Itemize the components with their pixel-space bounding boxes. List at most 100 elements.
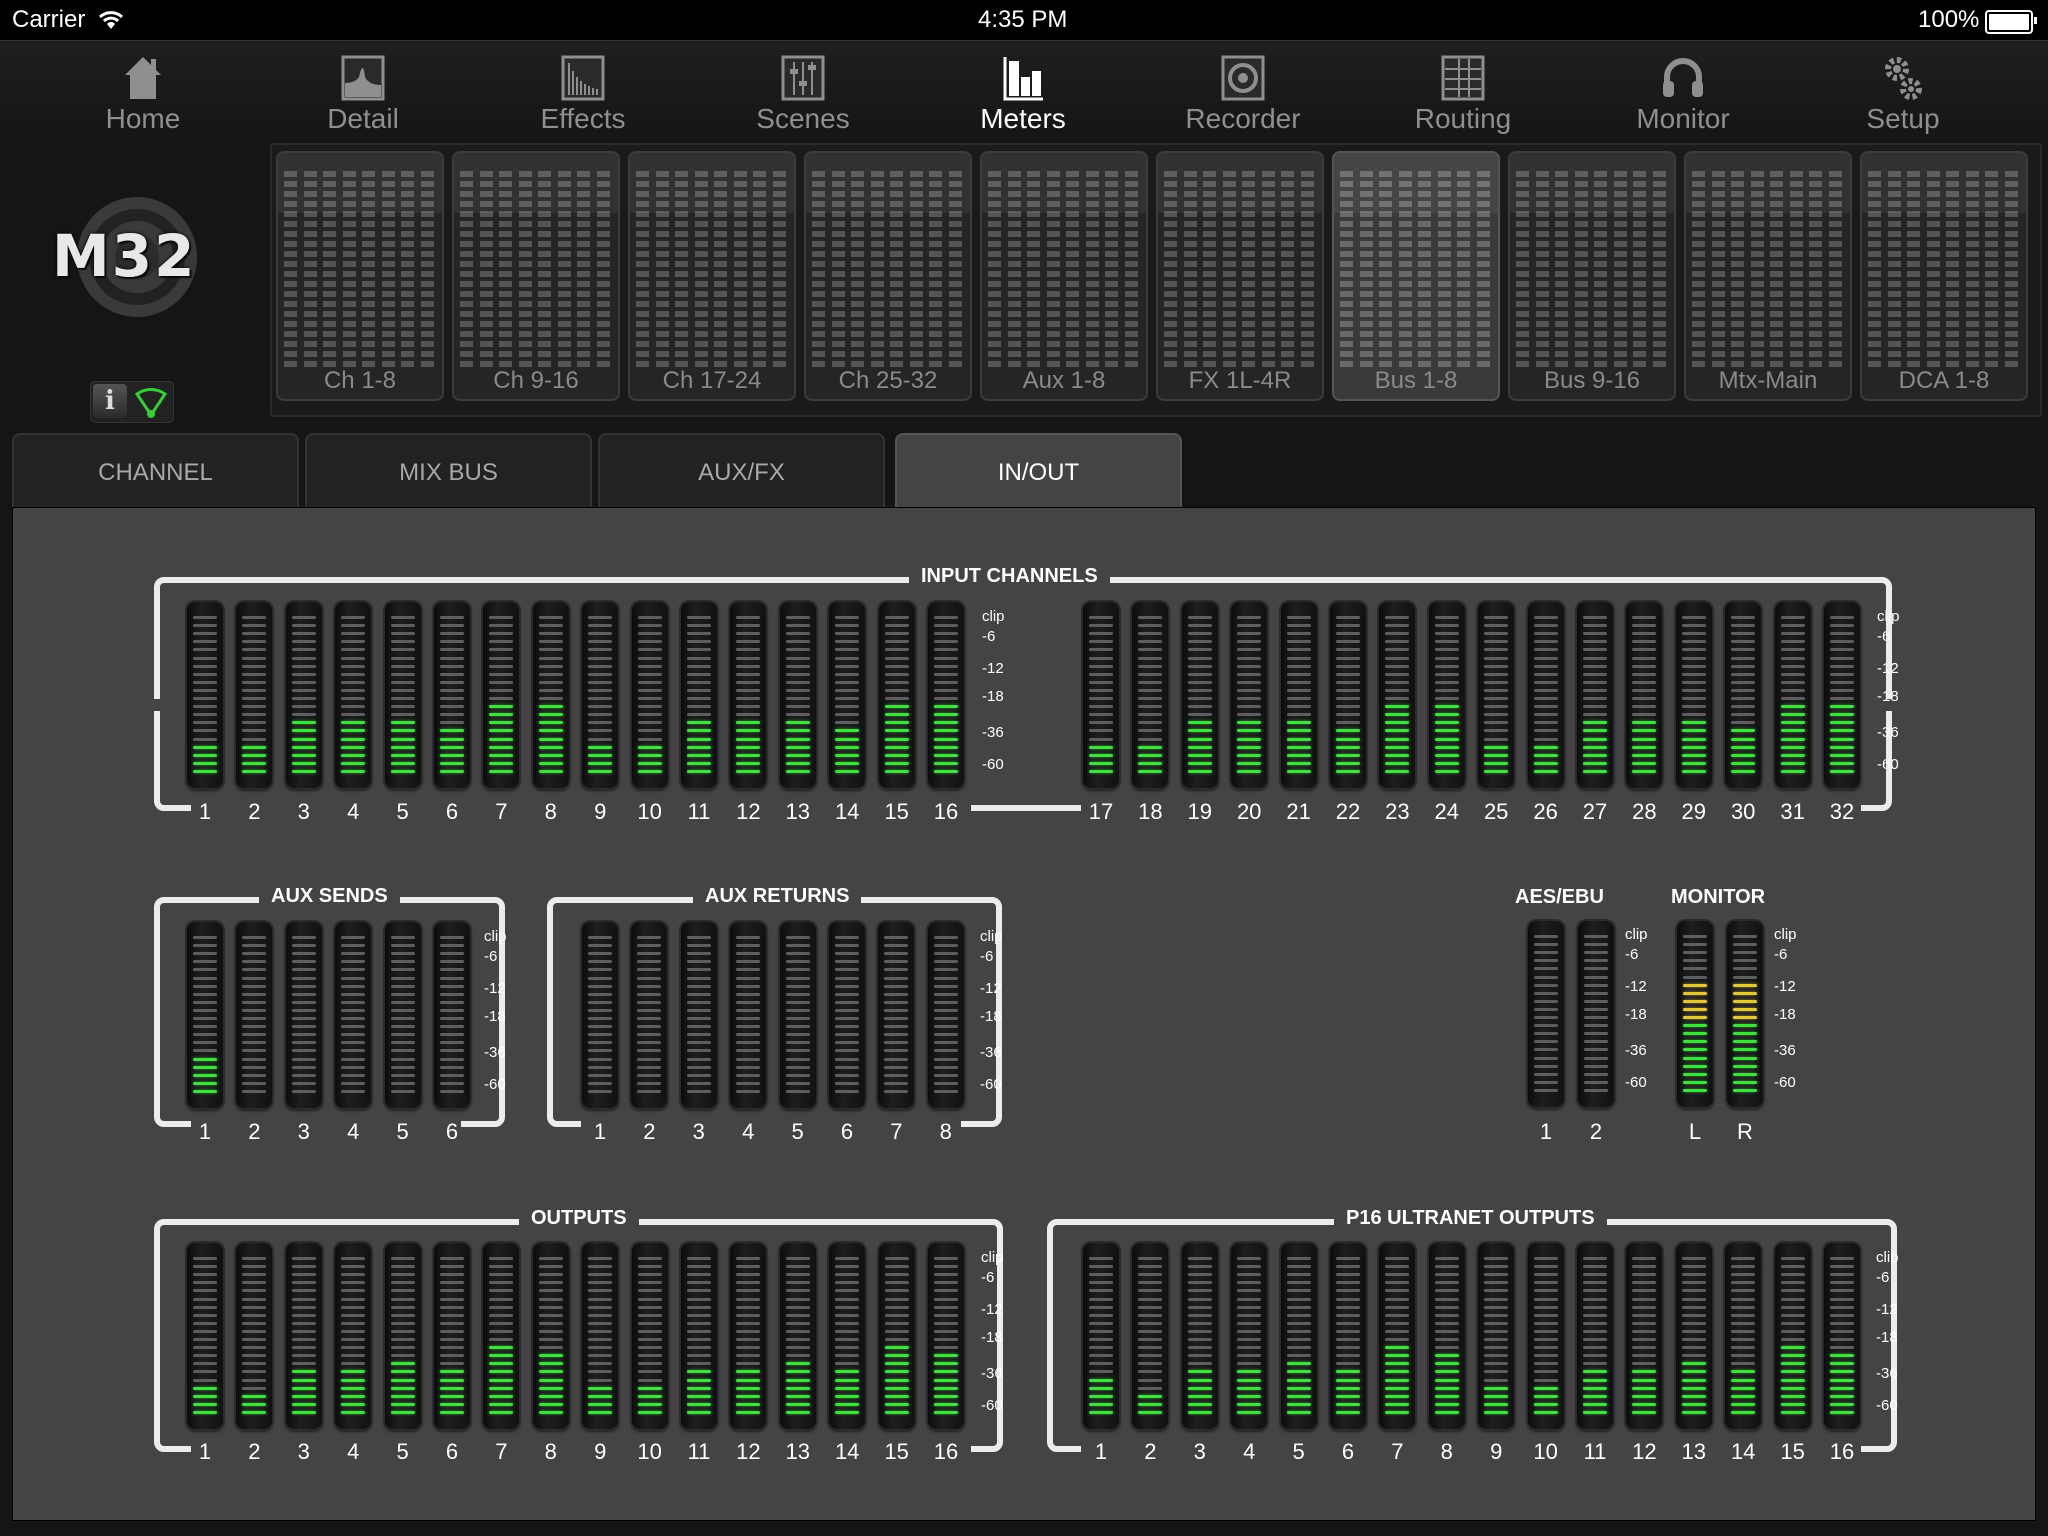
bank-segment xyxy=(1340,271,1353,277)
bank-ch-1-8[interactable]: Ch 1-8 xyxy=(276,151,444,401)
nav-recorder[interactable]: Recorder xyxy=(1143,41,1343,141)
bank-segment xyxy=(1868,281,1881,287)
tab-mix-bus[interactable]: MIX BUS xyxy=(305,433,592,507)
meter-segment xyxy=(835,688,860,692)
meter-segment xyxy=(1434,1281,1459,1285)
nav-detail[interactable]: Detail xyxy=(263,41,463,141)
bank-segment xyxy=(538,261,551,267)
meter-segment xyxy=(1731,632,1756,636)
meter-segment xyxy=(489,632,514,636)
bank-segment xyxy=(1379,341,1392,347)
wifi-connected-icon[interactable] xyxy=(133,384,169,420)
meter-segment xyxy=(785,1289,810,1293)
meter-segment xyxy=(440,648,464,652)
bank-segment xyxy=(694,321,708,327)
meter-segment xyxy=(538,656,563,660)
nav-routing[interactable]: Routing xyxy=(1363,41,1563,141)
meter-segment xyxy=(291,1346,316,1350)
bank-segment xyxy=(1340,311,1353,317)
bank-segment xyxy=(342,241,356,247)
meter-segment xyxy=(1434,753,1459,757)
bank-segment xyxy=(1750,331,1764,337)
meter-segment xyxy=(588,1265,613,1269)
nav-monitor[interactable]: Monitor xyxy=(1583,41,1783,141)
battery-percent: 100% xyxy=(1918,6,1980,33)
bank-segment xyxy=(1281,331,1294,337)
bank-segment xyxy=(675,271,688,277)
meter-segment xyxy=(1681,672,1706,676)
tab-channel[interactable]: CHANNEL xyxy=(12,433,299,507)
meter-number: 10 xyxy=(637,799,662,824)
bank-segment xyxy=(518,341,532,347)
bank-segment xyxy=(675,341,688,347)
bank-fx-1l-4r[interactable]: FX 1L-4R xyxy=(1156,151,1324,401)
meter-segment xyxy=(1286,697,1311,700)
tab-aux-fx[interactable]: AUX/FX xyxy=(598,433,885,507)
bank-bus-9-16[interactable]: Bus 9-16 xyxy=(1508,151,1676,401)
nav-scenes[interactable]: Scenes xyxy=(703,41,903,141)
bank-segment xyxy=(557,331,571,337)
meter-segment xyxy=(1484,664,1509,668)
meter-segment xyxy=(1089,1321,1113,1325)
meter-segment xyxy=(934,745,958,749)
bank-segment xyxy=(714,241,727,247)
meter-segment xyxy=(538,1289,563,1293)
bank-segment xyxy=(1222,241,1236,247)
meter-number: 3 xyxy=(297,799,310,824)
meter-segment xyxy=(1336,1402,1360,1406)
bank-mtx-main[interactable]: Mtx-Main xyxy=(1684,151,1852,401)
bank-segment xyxy=(1007,251,1021,257)
bank-segment xyxy=(948,271,962,277)
bank-segment xyxy=(1066,291,1079,297)
nav-home[interactable]: Home xyxy=(43,41,243,141)
meter-segment xyxy=(1138,1394,1163,1398)
meter-segment xyxy=(341,960,366,964)
bank-segment xyxy=(812,241,825,247)
bank-aux-1-8[interactable]: Aux 1-8 xyxy=(980,151,1148,401)
meter-segment xyxy=(1484,1273,1509,1277)
meter-segment xyxy=(1584,1032,1608,1036)
meter-segment xyxy=(1089,745,1113,749)
bank-segment xyxy=(909,241,923,247)
bank-segment xyxy=(362,241,375,247)
tab-in-out[interactable]: IN/OUT xyxy=(895,433,1182,511)
bank-ch-9-16[interactable]: Ch 9-16 xyxy=(452,151,620,401)
info-button[interactable]: i xyxy=(93,384,127,418)
meter-segment xyxy=(588,705,613,709)
meter-segment xyxy=(193,697,217,700)
scale-label: -12 xyxy=(1774,978,1796,995)
bank-segment xyxy=(538,231,551,237)
section-title: INPUT CHANNELS xyxy=(909,565,1110,588)
meter-segment xyxy=(934,697,958,700)
meter-segment xyxy=(933,1089,958,1093)
bank-bus-1-8[interactable]: Bus 1-8 xyxy=(1332,151,1500,401)
nav-meters[interactable]: Meters xyxy=(923,41,1123,141)
bank-ch-25-32[interactable]: Ch 25-32 xyxy=(804,151,972,401)
bank-segment xyxy=(1516,301,1529,307)
bank-segment xyxy=(1692,311,1705,317)
bank-segment xyxy=(538,281,551,287)
battery-icon xyxy=(1985,10,2037,34)
bank-ch-17-24[interactable]: Ch 17-24 xyxy=(628,151,796,401)
bank-segment xyxy=(1085,311,1099,317)
bank-dca-1-8[interactable]: DCA 1-8 xyxy=(1860,151,2028,401)
bank-segment xyxy=(381,271,395,277)
output-meter xyxy=(483,1243,520,1429)
meter-segment xyxy=(193,984,217,988)
bank-segment xyxy=(1046,291,1060,297)
nav-effects[interactable]: Effects xyxy=(483,41,683,141)
bank-segment xyxy=(362,271,375,277)
bank-segment xyxy=(1066,341,1079,347)
meter-segment xyxy=(1434,737,1459,741)
meter-segment xyxy=(785,729,810,733)
meter-segment xyxy=(390,721,415,725)
meter-segment xyxy=(736,936,761,939)
bank-segment xyxy=(1418,331,1431,337)
bank-segment xyxy=(851,221,864,227)
bank-segment xyxy=(753,241,766,247)
meter-segment xyxy=(1237,616,1262,619)
bank-segment xyxy=(1770,351,1783,357)
meter-segment xyxy=(588,1313,613,1317)
nav-setup[interactable]: Setup xyxy=(1803,41,2003,141)
scale-label: -12 xyxy=(484,980,506,997)
